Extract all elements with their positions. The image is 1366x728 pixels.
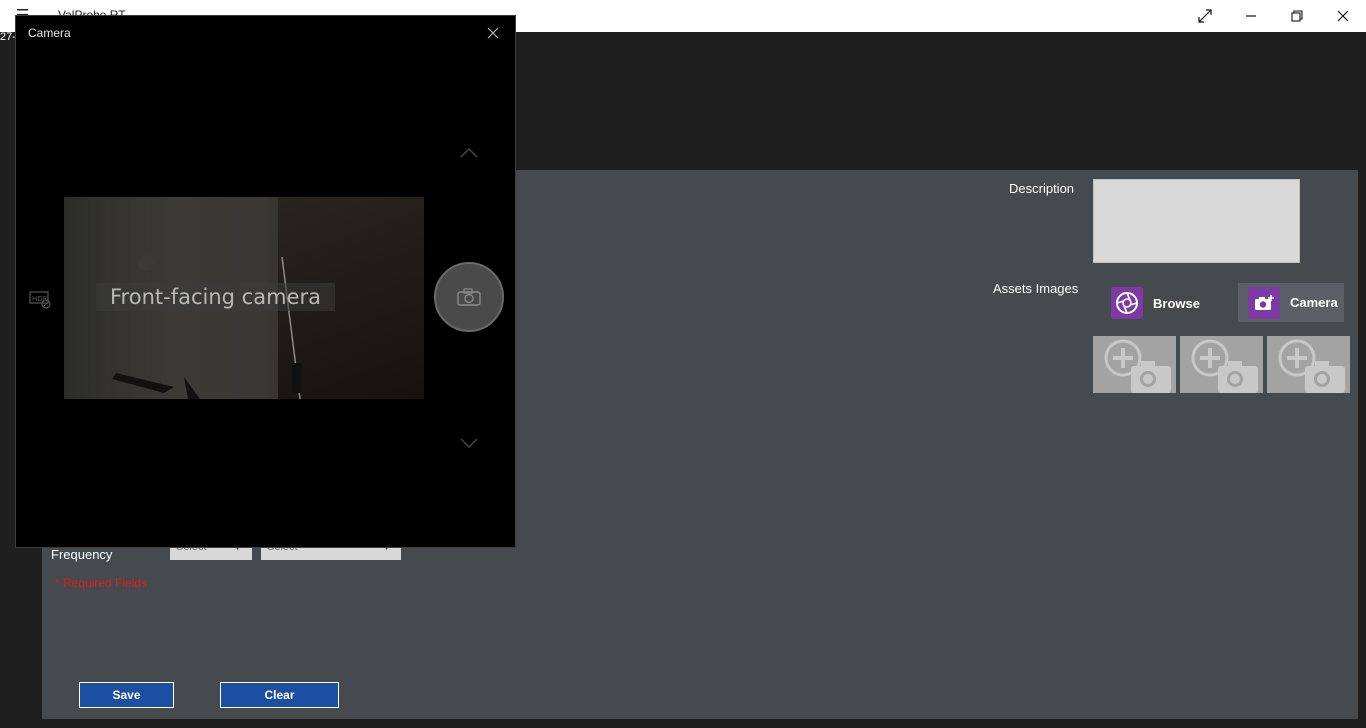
camera-icon xyxy=(457,288,481,306)
add-photo-icon xyxy=(1278,339,1345,393)
chevron-up-icon[interactable] xyxy=(460,148,478,158)
shutter-button[interactable] xyxy=(434,262,504,332)
add-photo-icon xyxy=(1191,339,1258,393)
camera-button[interactable]: Camera xyxy=(1238,283,1344,322)
camera-add-icon xyxy=(1248,286,1280,319)
svg-text:HDR: HDR xyxy=(32,295,48,303)
image-slot-3[interactable] xyxy=(1267,336,1350,393)
assets-images-label: Assets Images xyxy=(993,281,1079,296)
browse-aperture-icon xyxy=(1111,287,1143,319)
camera-preview-label: Front-facing camera xyxy=(96,283,335,311)
add-photo-icon xyxy=(1104,339,1171,393)
restore-icon xyxy=(1291,10,1303,22)
save-button[interactable]: Save xyxy=(79,682,174,708)
camera-label: Camera xyxy=(1290,295,1338,310)
hdr-off-icon[interactable]: HDR xyxy=(29,289,51,309)
browse-label: Browse xyxy=(1153,295,1200,311)
close-icon xyxy=(487,27,499,39)
camera-dialog: Camera HDR Front-facing camera xyxy=(15,15,516,548)
close-icon xyxy=(1337,10,1349,22)
frequency-label: Frequency xyxy=(51,547,113,562)
camera-preview: Front-facing camera xyxy=(64,197,424,399)
browse-button[interactable]: Browse xyxy=(1111,287,1200,319)
minimize-button[interactable] xyxy=(1228,0,1274,32)
left-edge-text: 27- xyxy=(0,31,16,43)
description-label: Description xyxy=(1009,181,1075,196)
required-fields-note: * Required Fields xyxy=(55,576,148,590)
fullscreen-button[interactable] xyxy=(1182,0,1228,32)
clear-button[interactable]: Clear xyxy=(220,682,339,708)
chevron-down-icon[interactable] xyxy=(460,438,478,448)
description-input[interactable] xyxy=(1093,179,1300,263)
camera-dialog-title: Camera xyxy=(28,26,71,40)
expand-icon xyxy=(1198,9,1212,23)
image-slot-1[interactable] xyxy=(1093,336,1176,393)
close-button[interactable] xyxy=(1320,0,1366,32)
image-slot-2[interactable] xyxy=(1180,336,1263,393)
minimize-icon xyxy=(1246,15,1256,17)
restore-button[interactable] xyxy=(1274,0,1320,32)
camera-dialog-close-button[interactable] xyxy=(482,22,504,44)
